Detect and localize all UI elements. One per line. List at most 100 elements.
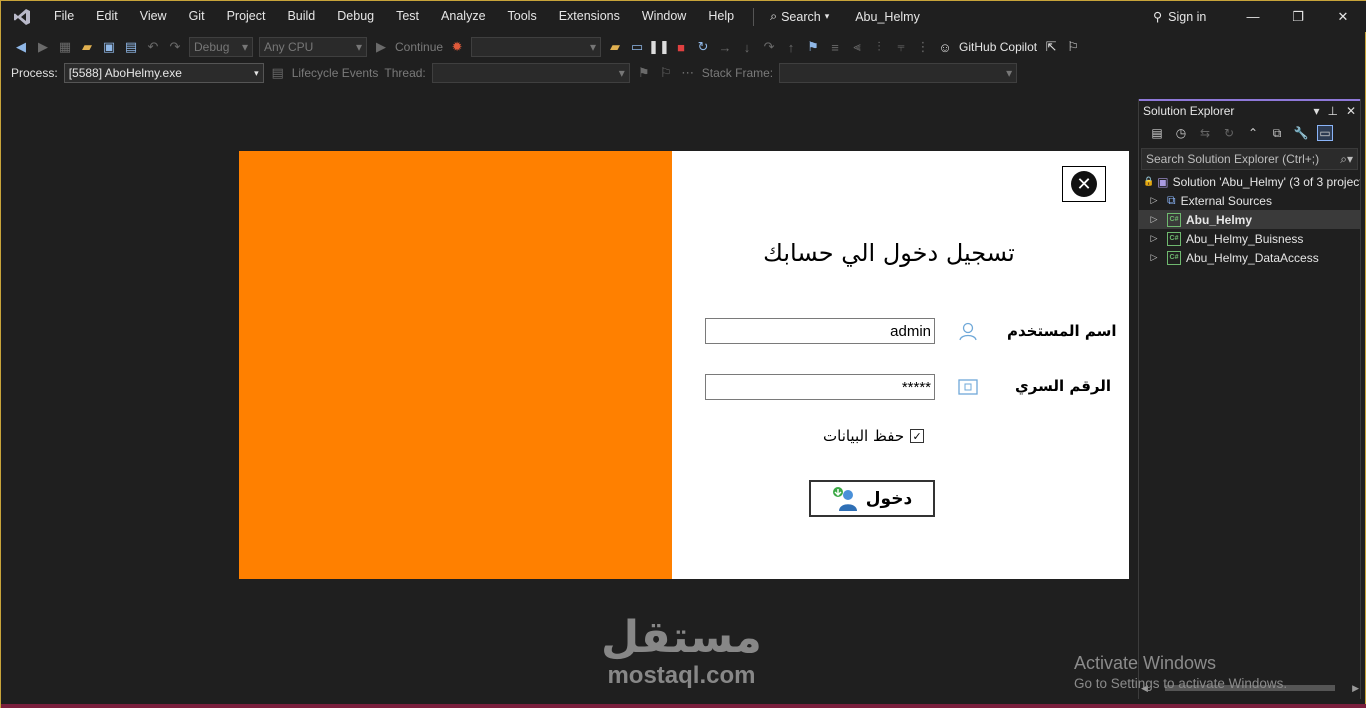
menu-build[interactable]: Build [276, 1, 326, 32]
close-button[interactable]: ✕ [1062, 166, 1106, 202]
menu-window[interactable]: Window [631, 1, 697, 32]
chevron-down-icon: ▾ [1006, 66, 1013, 80]
history-icon[interactable]: ◷ [1173, 125, 1189, 141]
tree-item-label: External Sources [1180, 193, 1272, 208]
diagnostics-icon[interactable]: ⚑ [805, 39, 821, 55]
step-out-icon[interactable]: ↑ [783, 39, 799, 55]
tree-item-abu-helmy[interactable]: ▷ C# Abu_Helmy [1139, 210, 1360, 229]
browse-folder-icon[interactable]: ▰ [607, 39, 623, 55]
redo-icon[interactable]: ↷ [167, 39, 183, 55]
comment-icon[interactable]: ≡ [827, 39, 843, 55]
scroll-right-icon[interactable]: ▶ [1352, 683, 1359, 694]
back-icon[interactable]: ◀ [13, 39, 29, 55]
minimize-icon[interactable]: — [1233, 1, 1273, 32]
save-icon[interactable]: ▣ [101, 39, 117, 55]
show-all-files-icon[interactable]: ⧉ [1269, 125, 1285, 141]
share-icon[interactable]: ⇱ [1043, 39, 1059, 55]
copilot-button[interactable]: GitHub Copilot [959, 40, 1037, 54]
switch-views-icon[interactable]: ▤ [1149, 125, 1165, 141]
stop-icon[interactable]: ■ [673, 39, 689, 55]
menu-extensions[interactable]: Extensions [548, 1, 631, 32]
remember-checkbox[interactable]: ✓ حفظ البيانات [823, 427, 925, 445]
tree-item-abu-helmy-dataaccess[interactable]: ▷ C# Abu_Helmy_DataAccess [1139, 248, 1360, 267]
flag-all-icon[interactable]: ⚐ [658, 65, 674, 81]
expander-icon[interactable]: ▷ [1147, 214, 1161, 225]
mostaql-watermark: مستقل mostaql.com [601, 613, 762, 689]
stack-frame-select[interactable]: ▾ [779, 63, 1018, 83]
undo-icon[interactable]: ↶ [145, 39, 161, 55]
preview-icon[interactable]: ▭ [1317, 125, 1333, 141]
align-top-icon[interactable]: ⫧ [893, 39, 909, 55]
tree-item-abu-helmy-buisness[interactable]: ▷ C# Abu_Helmy_Buisness [1139, 229, 1360, 248]
sync-icon[interactable]: ⇆ [1197, 125, 1213, 141]
menu-tools[interactable]: Tools [497, 1, 548, 32]
login-window: ✕ تسجيل دخول الي حسابك اسم المستخدم admi… [239, 151, 1129, 579]
collapse-all-icon[interactable]: ⌃ [1245, 125, 1261, 141]
solution-explorer-title: Solution Explorer [1143, 103, 1235, 118]
spacing-icon[interactable]: ⋮ [915, 39, 931, 55]
play-icon[interactable]: ▶ [373, 39, 389, 55]
new-project-icon[interactable]: ▦ [57, 39, 73, 55]
startup-item-select[interactable]: ▾ [471, 37, 602, 57]
platform-select[interactable]: Any CPU ▾ [259, 37, 367, 57]
continue-button[interactable]: Continue [395, 40, 443, 54]
chevron-down-icon[interactable]: ▾ [1313, 104, 1319, 118]
solution-row[interactable]: 🔒 ▣ Solution 'Abu_Helmy' (3 of 3 project… [1139, 172, 1360, 191]
expander-icon[interactable]: ▷ [1147, 233, 1161, 244]
stack-frame-icon: ⋯ [681, 65, 695, 80]
thread-select[interactable]: ▾ [431, 63, 630, 83]
checkmark-icon[interactable]: ✓ [910, 429, 925, 443]
login-button[interactable]: دخول [809, 480, 935, 517]
close-panel-icon[interactable]: ✕ [1346, 104, 1356, 118]
properties-icon[interactable]: 🔧 [1293, 125, 1309, 141]
hot-reload-icon[interactable]: ✹ [449, 39, 465, 55]
visual-studio-logo-icon[interactable] [1, 1, 43, 32]
activate-title: Activate Windows [1074, 653, 1217, 673]
menu-git[interactable]: Git [178, 1, 216, 32]
menu-project[interactable]: Project [216, 1, 277, 32]
user-plus-icon: ⚲ [1153, 10, 1163, 24]
restore-icon[interactable]: ❐ [1278, 1, 1318, 32]
password-input[interactable]: ***** [705, 374, 935, 400]
expander-icon[interactable]: ▷ [1147, 195, 1161, 206]
password-icon [957, 376, 979, 398]
step-back-icon[interactable]: ↷ [761, 39, 777, 55]
menu-edit[interactable]: Edit [85, 1, 129, 32]
copilot-icon[interactable]: ☺ [937, 39, 953, 55]
tree-item-external-sources[interactable]: ▷ ⧉ External Sources [1139, 191, 1360, 210]
lifecycle-events-button[interactable]: Lifecycle Events [292, 66, 379, 80]
menu-debug[interactable]: Debug [326, 1, 385, 32]
forward-icon[interactable]: ▶ [35, 39, 51, 55]
process-select[interactable]: [5588] AboHelmy.exe ▾ [63, 63, 264, 83]
close-icon: ✕ [1071, 171, 1097, 197]
feedback-icon[interactable]: ⚐ [1065, 39, 1081, 55]
layout-icon[interactable]: ▭ [629, 39, 645, 55]
close-window-icon[interactable]: ✕ [1323, 1, 1363, 32]
sign-in-button[interactable]: ⚲ Sign in [1153, 1, 1206, 32]
search-button[interactable]: ⌕ Search ▾ [762, 9, 837, 24]
configuration-select[interactable]: Debug ▾ [189, 37, 253, 57]
solution-explorer-search[interactable]: Search Solution Explorer (Ctrl+;) ⌕▾ [1141, 148, 1358, 170]
flag-icon[interactable]: ⚑ [636, 65, 652, 81]
step-into-icon[interactable]: ↓ [739, 39, 755, 55]
menu-help[interactable]: Help [697, 1, 745, 32]
restart-icon[interactable]: ↻ [695, 39, 711, 55]
pin-icon[interactable]: ⊥ [1327, 104, 1337, 118]
step-over-icon[interactable]: → [717, 39, 733, 55]
menu-view[interactable]: View [129, 1, 178, 32]
username-input[interactable]: admin [705, 318, 935, 344]
solution-tree: 🔒 ▣ Solution 'Abu_Helmy' (3 of 3 project… [1139, 172, 1360, 267]
tree-item-label: Abu_Helmy [1186, 212, 1253, 227]
menu-analyze[interactable]: Analyze [430, 1, 496, 32]
menu-test[interactable]: Test [385, 1, 430, 32]
align-center-icon[interactable]: ⫶ [871, 39, 887, 55]
username-label: اسم المستخدم [1007, 322, 1117, 340]
pause-icon[interactable]: ❚❚ [648, 39, 670, 55]
expander-icon[interactable]: ▷ [1147, 252, 1161, 263]
open-folder-icon[interactable]: ▰ [79, 39, 95, 55]
save-all-icon[interactable]: ▤ [123, 39, 139, 55]
align-left-icon[interactable]: ⫷ [849, 39, 865, 55]
refresh-icon[interactable]: ↻ [1221, 125, 1237, 141]
tree-item-label: Abu_Helmy_DataAccess [1186, 250, 1319, 265]
menu-file[interactable]: File [43, 1, 85, 32]
